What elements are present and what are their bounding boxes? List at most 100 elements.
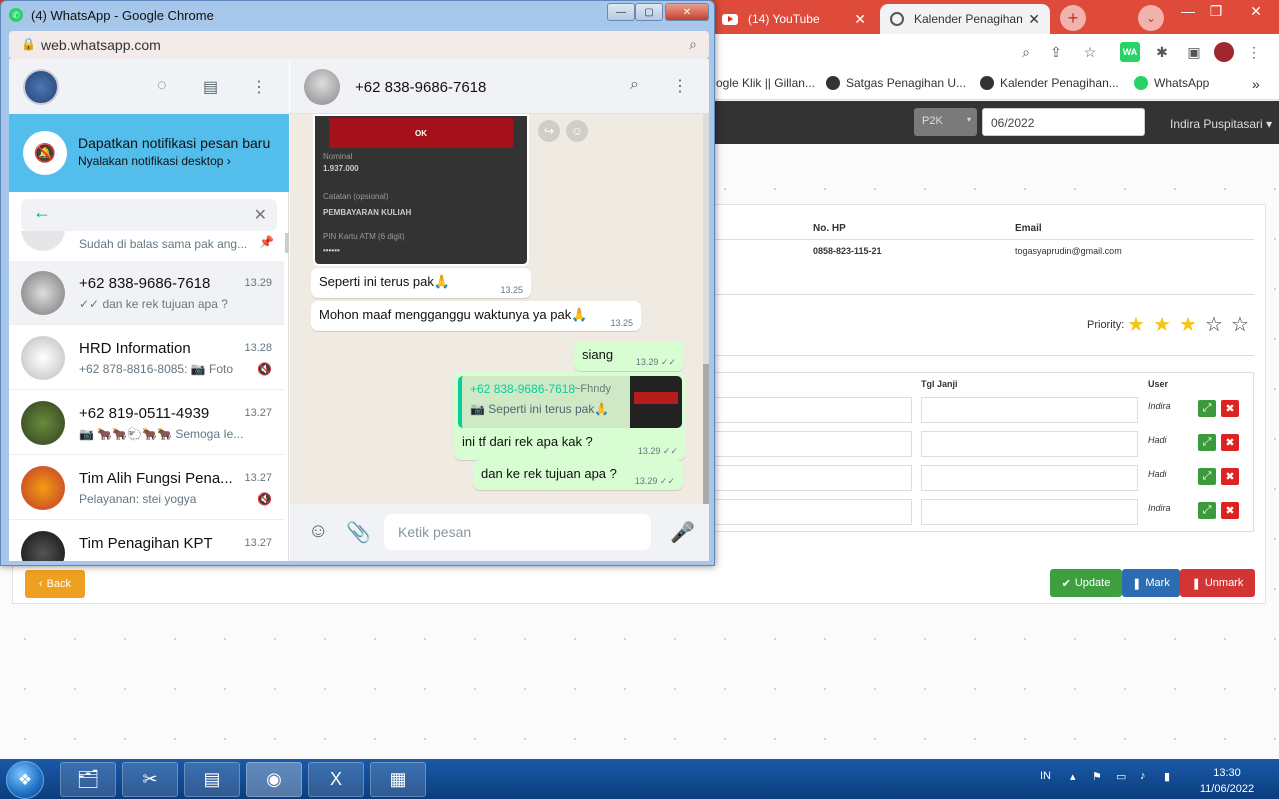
clear-search-icon[interactable]: ✕ <box>254 205 267 225</box>
unmark-button[interactable]: ❚ Unmark <box>1180 569 1255 597</box>
search-box[interactable]: ← ✕ <box>21 199 277 231</box>
chat-list-item[interactable]: Tim Penagihan KPT 13.27 <box>9 521 284 561</box>
snipping-tool-taskbar-icon[interactable]: ✂ <box>122 762 178 797</box>
minimize-icon[interactable]: — <box>607 3 635 21</box>
close-window-icon[interactable]: ✕ <box>665 3 709 21</box>
sticky-notes-taskbar-icon[interactable]: ▤ <box>184 762 240 797</box>
language-indicator[interactable]: IN <box>1040 770 1051 782</box>
power-icon[interactable]: ▮ <box>1164 770 1170 783</box>
edit-icon[interactable]: ⤢ <box>1198 434 1216 451</box>
calculator-taskbar-icon[interactable]: ▦ <box>370 762 426 797</box>
bookmark-item[interactable]: Satgas Penagihan U... <box>826 76 966 90</box>
message-bubble[interactable]: siang 13.29 ✓✓ <box>574 341 684 371</box>
side-panel-icon[interactable]: ▣ <box>1184 42 1204 62</box>
sidebar-scrollbar[interactable] <box>285 233 289 253</box>
menu-dots-icon[interactable]: ⋮ <box>1244 42 1264 62</box>
quoted-message[interactable]: +62 838-9686-7618 ~Fhndy 📷 Seperti ini t… <box>458 376 682 428</box>
bookmark-item[interactable]: WhatsApp <box>1134 76 1209 90</box>
microphone-icon[interactable]: 🎤 <box>670 520 695 545</box>
star-icon[interactable]: ☆ <box>1231 312 1249 337</box>
restore-icon[interactable]: ❐ <box>1200 0 1232 22</box>
more-bookmarks-icon[interactable]: » <box>1252 76 1260 92</box>
delete-icon[interactable]: ✖ <box>1221 468 1239 485</box>
emoji-icon[interactable]: ☺ <box>308 520 328 543</box>
close-window-icon[interactable]: ✕ <box>1240 0 1272 22</box>
tab-kalender-penagihan[interactable]: Kalender Penagihan ✕ <box>880 4 1050 34</box>
my-avatar[interactable] <box>23 69 59 105</box>
type-select[interactable]: P2K ▾ <box>914 108 977 136</box>
show-hidden-icons-icon[interactable]: ▴ <box>1070 770 1076 783</box>
share-icon[interactable]: ⇪ <box>1046 42 1066 62</box>
update-button[interactable]: ✔ Update <box>1050 569 1122 597</box>
start-button[interactable]: ❖ <box>6 761 44 799</box>
conversation-scrollbar[interactable] <box>703 114 709 504</box>
bookmark-star-icon[interactable]: ☆ <box>1080 42 1100 62</box>
maximize-icon[interactable]: ▢ <box>635 3 663 21</box>
zoom-icon[interactable]: ⌕ <box>1016 42 1036 62</box>
tgl-janji-input[interactable] <box>921 465 1138 491</box>
user-menu[interactable]: Indira Puspitasari ▾ <box>1170 117 1272 131</box>
chat-list-item[interactable]: Tim Alih Fungsi Pena... 13.27 Pelayanan: s… <box>9 456 284 520</box>
whatsapp-extension-icon[interactable]: WA <box>1120 42 1140 62</box>
note-input[interactable] <box>712 499 912 525</box>
tgl-janji-input[interactable] <box>921 431 1138 457</box>
delete-icon[interactable]: ✖ <box>1221 400 1239 417</box>
profile-avatar[interactable] <box>1214 42 1234 62</box>
network-icon[interactable]: ▭ <box>1116 770 1126 783</box>
star-icon[interactable]: ★ <box>1179 312 1197 337</box>
message-input[interactable] <box>384 514 651 550</box>
notification-banner[interactable]: 🔕 Dapatkan notifikasi pesan baru Nyalaka… <box>9 114 289 192</box>
excel-taskbar-icon[interactable]: X <box>308 762 364 797</box>
edit-icon[interactable]: ⤢ <box>1198 400 1216 417</box>
menu-dots-icon[interactable]: ⋮ <box>672 76 688 96</box>
forward-icon[interactable]: ↪ <box>538 120 560 142</box>
chat-list-item[interactable]: +62 819-0511-4939 13.27 📷 🐂🐂🐑🐂🐂 Semoga Ie.… <box>9 391 284 455</box>
chat-list-item[interactable]: +62 838-9686-7618 13.29 ✓✓ dan ke rek tuju… <box>9 261 284 325</box>
url-bar[interactable]: 🔒 web.whatsapp.com ⌕ <box>9 31 709 59</box>
bookmark-item[interactable]: ogle Klik || Gillan... <box>716 76 815 90</box>
action-center-flag-icon[interactable]: ⚑ <box>1092 770 1102 783</box>
notification-link[interactable]: Nyalakan notifikasi desktop › <box>78 154 231 168</box>
extensions-icon[interactable]: ✱ <box>1152 42 1172 62</box>
mark-button[interactable]: ❚ Mark <box>1122 569 1180 597</box>
delete-icon[interactable]: ✖ <box>1221 502 1239 519</box>
status-icon[interactable]: ◌ <box>157 77 167 95</box>
tab-youtube[interactable]: (14) YouTube ✕ <box>712 4 876 34</box>
star-icon[interactable]: ★ <box>1153 312 1171 337</box>
star-icon[interactable]: ★ <box>1127 312 1145 337</box>
message-bubble[interactable]: Seperti ini terus pak🙏 13.25 <box>311 268 531 298</box>
note-input[interactable] <box>712 465 912 491</box>
bookmark-item[interactable]: Kalender Penagihan... <box>980 76 1119 90</box>
message-bubble[interactable]: Mohon maaf mengganggu waktunya ya pak🙏 1… <box>311 301 641 331</box>
system-clock[interactable]: 13:30 11/06/2022 <box>1195 765 1259 797</box>
period-input[interactable]: 06/2022 <box>982 108 1145 136</box>
attach-icon[interactable]: 📎 <box>346 520 371 545</box>
note-input[interactable] <box>712 397 912 423</box>
image-message[interactable]: OK Nominal 1.937.000 Catatan (opsional) … <box>313 114 529 266</box>
star-icon[interactable]: ☆ <box>1205 312 1223 337</box>
close-tab-icon[interactable]: ✕ <box>1028 11 1040 28</box>
message-bubble[interactable]: dan ke rek tujuan apa ? 13.29 ✓✓ <box>473 460 683 490</box>
contact-name[interactable]: +62 838-9686-7618 <box>355 79 486 96</box>
zoom-icon[interactable]: ⌕ <box>689 36 697 53</box>
close-tab-icon[interactable]: ✕ <box>854 11 866 28</box>
edit-icon[interactable]: ⤢ <box>1198 468 1216 485</box>
chat-list-item[interactable]: HRD Information 13.28 +62 878-8816-8085: 📷… <box>9 326 284 390</box>
tgl-janji-input[interactable] <box>921 397 1138 423</box>
back-button[interactable]: ‹ Back <box>25 570 85 598</box>
chrome-taskbar-icon[interactable]: ◉ <box>246 762 302 797</box>
delete-icon[interactable]: ✖ <box>1221 434 1239 451</box>
tgl-janji-input[interactable] <box>921 499 1138 525</box>
contact-avatar[interactable] <box>304 69 340 105</box>
note-input[interactable] <box>712 431 912 457</box>
explorer-taskbar-icon[interactable]: 🗂 <box>60 762 116 797</box>
react-emoji-icon[interactable]: ☺ <box>566 120 588 142</box>
edit-icon[interactable]: ⤢ <box>1198 502 1216 519</box>
conversation-header[interactable]: +62 838-9686-7618 ⌕ ⋮ <box>290 59 709 114</box>
new-chat-icon[interactable]: ▤ <box>203 77 218 97</box>
tab-search-button[interactable]: ⌄ <box>1138 5 1164 31</box>
volume-icon[interactable]: ♪ <box>1140 770 1146 782</box>
new-tab-button[interactable]: + <box>1060 5 1086 31</box>
menu-dots-icon[interactable]: ⋮ <box>251 77 267 97</box>
search-icon[interactable]: ⌕ <box>630 76 639 94</box>
